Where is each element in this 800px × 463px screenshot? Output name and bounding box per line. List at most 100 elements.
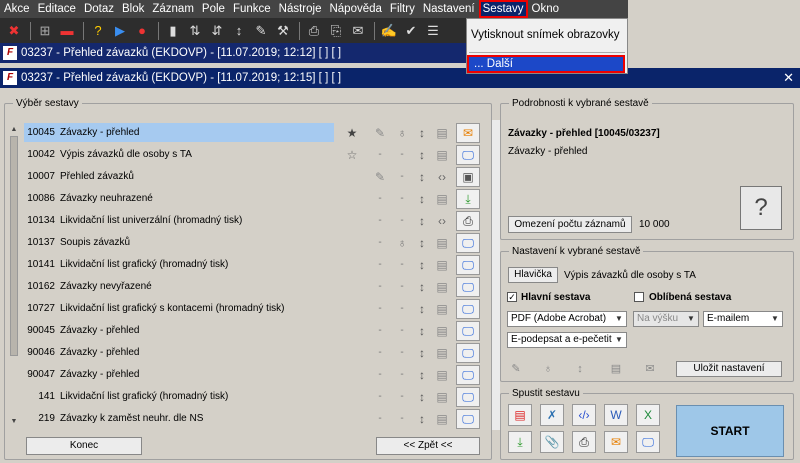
- run-excel-button[interactable]: X: [636, 404, 660, 426]
- pencil-icon[interactable]: ✎: [509, 362, 523, 376]
- menu-filtry[interactable]: Filtry: [386, 0, 419, 18]
- report-row[interactable]: 10086 Závazky neuhrazené - - ↕ ▤ ⤓: [22, 188, 488, 210]
- run-screen-button[interactable]: 🖵: [636, 431, 660, 453]
- menu-okno[interactable]: Okno: [528, 0, 564, 18]
- print-preview-icon[interactable]: ⎘: [326, 21, 346, 41]
- run-print-button[interactable]: ⎙: [572, 431, 596, 453]
- report-screen-button[interactable]: 🖵: [456, 409, 480, 429]
- add-record-icon[interactable]: ⊞: [35, 21, 55, 41]
- pencil-icon[interactable]: ✎: [372, 125, 388, 141]
- check-icon[interactable]: ✔: [401, 21, 421, 41]
- oblibena-sestava-checkbox[interactable]: [634, 292, 644, 302]
- pencil-icon[interactable]: ✎: [372, 169, 388, 185]
- report-row[interactable]: 10042 Výpis závazků dle osoby s TA ☆ - -…: [22, 144, 488, 166]
- delete-record-icon[interactable]: ▬: [57, 21, 77, 41]
- star-filled-icon[interactable]: ★: [344, 125, 360, 141]
- report-row[interactable]: 10045 Závazky - přehled ★ ✎ ♁ ↕ ▤ ✉: [22, 122, 488, 144]
- report-screen-button[interactable]: 🖵: [456, 343, 480, 363]
- menu-sestavy[interactable]: Sestavy: [478, 0, 528, 18]
- report-row[interactable]: 10162 Závazky nevyřazené - - ↕ ▤ 🖵: [22, 276, 488, 298]
- run-word-button[interactable]: W: [604, 404, 628, 426]
- print-icon[interactable]: ⎙: [304, 21, 324, 41]
- run-mail-button[interactable]: ✉: [604, 431, 628, 453]
- menu-zaznam[interactable]: Záznam: [148, 0, 198, 18]
- pdf-file-icon[interactable]: ▤: [609, 362, 623, 376]
- report-screen-button[interactable]: 🖵: [456, 321, 480, 341]
- report-download-button[interactable]: ⤓: [456, 189, 480, 209]
- execute-icon[interactable]: ▶: [110, 21, 130, 41]
- run-html-button[interactable]: ‹/›: [572, 404, 596, 426]
- report-mail-button[interactable]: ✉: [456, 123, 480, 143]
- hlavicka-button[interactable]: Hlavička: [508, 267, 558, 283]
- report-screen-button[interactable]: 🖵: [456, 145, 480, 165]
- menu-editace[interactable]: Editace: [34, 0, 80, 18]
- stop-icon[interactable]: ●: [132, 21, 152, 41]
- scroll-up-icon[interactable]: ▲: [9, 126, 19, 134]
- report-row[interactable]: 90046 Závazky - přehled - - ↕ ▤ 🖵: [22, 342, 488, 364]
- ulozit-nastaveni-button[interactable]: Uložit nastavení: [676, 361, 782, 377]
- omezeni-poctu-button[interactable]: Omezení počtu záznamů: [508, 216, 632, 233]
- menu-item-dalsi[interactable]: ... Další: [467, 55, 625, 73]
- report-row[interactable]: 10141 Likvidační list grafický (hromadný…: [22, 254, 488, 276]
- report-screen-button[interactable]: 🖵: [456, 299, 480, 319]
- sort-desc-icon[interactable]: ⇵: [207, 21, 227, 41]
- report-row[interactable]: 10007 Přehled závazků ✎ - ↕ ‹› ▣: [22, 166, 488, 188]
- report-row[interactable]: 10727 Likvidační list grafický s kontace…: [22, 298, 488, 320]
- sort-asc-icon[interactable]: ⇅: [185, 21, 205, 41]
- konec-button[interactable]: Konec: [26, 437, 142, 455]
- window-titlebar-back[interactable]: F 03237 - Přehled závazků (EKDOVP) - [11…: [0, 43, 466, 63]
- report-row[interactable]: 10137 Soupis závazků - ♁ ↕ ▤ 🖵: [22, 232, 488, 254]
- star-outline-icon[interactable]: ☆: [344, 147, 360, 163]
- scroll-down-icon[interactable]: ▼: [9, 418, 19, 426]
- run-download-button[interactable]: ⤓: [508, 431, 532, 453]
- signature-select[interactable]: E-podepsat a e-pečetit ▼: [507, 332, 627, 348]
- updown-arrow-icon[interactable]: ↕: [573, 362, 587, 376]
- dash: -: [378, 325, 382, 336]
- menu-akce[interactable]: Akce: [0, 0, 34, 18]
- report-screen-button[interactable]: 🖵: [456, 365, 480, 385]
- report-row[interactable]: 141 Likvidační list grafický (hromadný t…: [22, 386, 488, 408]
- note-icon[interactable]: ✍: [379, 21, 399, 41]
- run-xml-button[interactable]: ✗: [540, 404, 564, 426]
- mail-icon[interactable]: ✉: [643, 362, 657, 376]
- printer-help-icon[interactable]: ?: [740, 186, 782, 230]
- report-row[interactable]: 90045 Závazky - přehled - - ↕ ▤ 🖵: [22, 320, 488, 342]
- hlavni-sestava-checkbox[interactable]: ✓: [507, 292, 517, 302]
- menu-pole[interactable]: Pole: [198, 0, 229, 18]
- menu-blok[interactable]: Blok: [118, 0, 148, 18]
- report-row[interactable]: 10134 Likvidační list univerzální (hroma…: [22, 210, 488, 232]
- dash: -: [378, 391, 382, 402]
- menu-nastroje[interactable]: Nástroje: [275, 0, 326, 18]
- medal-icon[interactable]: ♁: [541, 362, 555, 376]
- menu-dotaz[interactable]: Dotaz: [80, 0, 118, 18]
- window-close-icon[interactable]: ✕: [783, 70, 794, 86]
- run-pdf-button[interactable]: ▤: [508, 404, 532, 426]
- report-print-button[interactable]: ⎙: [456, 211, 480, 231]
- window-titlebar-front[interactable]: F 03237 - Přehled závazků (EKDOVP) - [11…: [0, 68, 800, 88]
- start-button[interactable]: START: [676, 405, 784, 457]
- sort-icon[interactable]: ↕: [229, 21, 249, 41]
- wrench-icon[interactable]: ⚒: [273, 21, 293, 41]
- query-icon[interactable]: ?: [88, 21, 108, 41]
- zpet-button[interactable]: << Zpět <<: [376, 437, 480, 455]
- format-select[interactable]: PDF (Adobe Acrobat) ▼: [507, 311, 627, 327]
- run-attach-button[interactable]: 📎: [540, 431, 564, 453]
- menu-napoveda[interactable]: Nápověda: [325, 0, 385, 18]
- close-icon[interactable]: ✖: [4, 21, 24, 41]
- menu-item-vytisknout-snimek[interactable]: Vytisknout snímek obrazovky: [471, 29, 620, 41]
- report-row[interactable]: 219 Závazky k zaměst neuhr. dle NS - - ↕…: [22, 408, 488, 430]
- list-icon[interactable]: ☰: [423, 21, 443, 41]
- report-screen-button[interactable]: 🖵: [456, 277, 480, 297]
- mail-icon[interactable]: ✉: [348, 21, 368, 41]
- menu-funkce[interactable]: Funkce: [229, 0, 275, 18]
- report-row[interactable]: 90047 Závazky - přehled - - ↕ ▤ 🖵: [22, 364, 488, 386]
- report-screen-button[interactable]: 🖵: [456, 387, 480, 407]
- report-screen-button[interactable]: 🖵: [456, 255, 480, 275]
- chart-icon[interactable]: ▮: [163, 21, 183, 41]
- edit-icon[interactable]: ✎: [251, 21, 271, 41]
- report-archive-button[interactable]: ▣: [456, 167, 480, 187]
- menu-nastaveni[interactable]: Nastavení: [419, 0, 479, 18]
- scrollbar-thumb[interactable]: [10, 136, 18, 356]
- output-select[interactable]: E-mailem ▼: [703, 311, 783, 327]
- report-screen-button[interactable]: 🖵: [456, 233, 480, 253]
